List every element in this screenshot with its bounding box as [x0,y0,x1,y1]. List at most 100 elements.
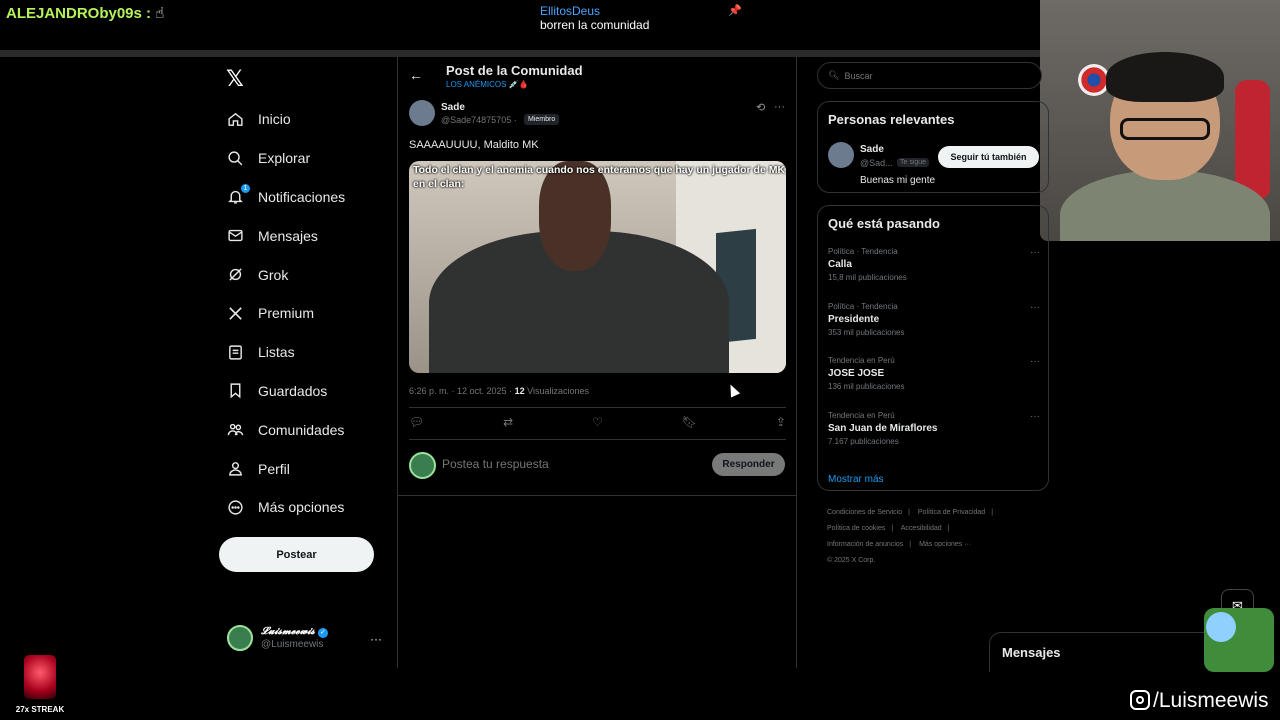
post-media-image[interactable]: Todo el clan y el anemia cuando nos ente… [409,161,786,373]
trend-count: 136 mil publicaciones [828,382,905,391]
footer-link[interactable]: Más opciones ··· [919,541,971,548]
stream-chat-highlight: EllitosDeus borren la comunidad [540,4,649,32]
relevant-title: Personas relevantes [828,112,955,127]
sidebar-item-label: Mensajes [258,227,318,244]
account-display-name-text: 𝓛𝓾𝓲𝓼𝓶𝓮𝓮𝔀𝓲𝓼 [261,626,315,637]
post-author-avatar[interactable] [409,100,435,126]
instagram-text: /Luismeewis [1153,689,1269,712]
sidebar-item-listas[interactable]: Listas [226,333,345,372]
relevant-people-card: Personas relevantes Sade @Sad... Te sigu… [817,101,1049,193]
footer-link[interactable]: Accesibilidad [901,525,942,532]
follow-button[interactable]: Seguir tú también [938,146,1039,168]
footer-link[interactable]: Información de anuncios [827,541,903,548]
post-meta: 6:26 p. m. · 12 oct. 2025 · 12 Visualiza… [409,386,589,396]
sidebar-item-perfil[interactable]: Perfil [226,449,345,488]
search-input[interactable] [844,70,1025,81]
post-author-name[interactable]: Sade [441,102,465,113]
footer-sep: | [947,525,950,532]
trend-item[interactable]: Tendencia en Perú JOSE JOSE 136 mil publ… [828,356,1040,391]
chat-username: ALEJANDROby09s [6,5,142,22]
sidebar-item-label: Explorar [258,150,311,167]
sidebar-item-comunidades[interactable]: Comunidades [226,410,345,449]
messages-drawer[interactable]: Mensajes [989,632,1229,672]
sidebar-item-notificaciones[interactable]: 1 Notificaciones [226,178,345,217]
relevant-avatar[interactable] [828,142,854,168]
trend-item[interactable]: Tendencia en Perú San Juan de Miraflores… [828,411,1040,446]
trend-name: Presidente [828,314,880,325]
people-icon [226,421,244,439]
search-icon: 🔍︎ [828,70,840,80]
reply-input[interactable] [442,457,692,471]
sidebar-item-label: Inicio [258,111,291,128]
grok-explain-icon[interactable]: ⟲ [756,101,765,114]
post-button[interactable]: Postear [219,537,374,572]
footer-sep: | [909,541,912,548]
sidebar-item-explorar[interactable]: Explorar [226,139,345,178]
trend-item[interactable]: Política · Tendencia Calla 15,8 mil publ… [828,247,1040,282]
search-icon [226,149,244,167]
footer-link[interactable]: Política de cookies [827,525,885,532]
sidebar-item-mas-opciones[interactable]: Más opciones [226,488,345,527]
trends-card: Qué está pasando Política · Tendencia Ca… [817,205,1049,491]
more-circle-icon [226,498,244,516]
show-more-link[interactable]: Mostrar más [828,474,884,485]
share-icon[interactable]: ⇪ [776,415,786,429]
messages-drawer-title: Mensajes [1002,645,1061,660]
streamer-glasses [1120,118,1210,140]
community-link[interactable]: LOS ANÉMICOS 💉🩸 [446,80,529,89]
account-more-icon[interactable]: ··· [370,632,382,646]
footer-sep: | [908,509,910,516]
trend-item[interactable]: Política · Tendencia Presidente 353 mil … [828,302,1040,337]
trend-more-icon[interactable]: ··· [1030,356,1040,367]
sidebar-item-premium[interactable]: Premium [226,294,345,333]
sidebar-item-guardados[interactable]: Guardados [226,372,345,411]
trend-more-icon[interactable]: ··· [1030,411,1040,422]
sidebar-item-label: Guardados [258,382,328,399]
reply-icon[interactable]: 💬︎ [409,415,424,429]
post-author-handle[interactable]: @Sade74875705 · [441,115,517,125]
footer-link[interactable]: Condiciones de Servicio [827,509,902,516]
chat-emoji: ☝ [155,5,165,22]
views-label: Visualizaciones [527,386,589,396]
like-icon[interactable]: ♡ [592,415,603,429]
chat-highlight-message: borren la comunidad [540,18,650,32]
sidebar-nav: Inicio Explorar 1 Notificaciones Mensaje… [226,100,345,527]
sidebar-item-grok[interactable]: Grok [226,255,345,294]
sidebar-item-label: Perfil [258,460,290,477]
list-icon [226,343,244,361]
divider [409,407,786,408]
relevant-handle[interactable]: @Sad... [860,158,893,168]
trend-category: Política · Tendencia [828,302,898,311]
post-timestamp[interactable]: 6:26 p. m. · 12 oct. 2025 · [409,386,512,396]
search-box[interactable]: 🔍︎ [817,62,1042,89]
footer-link[interactable]: Política de Privacidad [918,509,985,516]
relevant-name[interactable]: Sade [860,144,884,155]
member-badge: Miembro [524,114,560,125]
streamer-hair [1106,52,1224,102]
trend-more-icon[interactable]: ··· [1030,247,1040,258]
post-more-icon[interactable]: ··· [774,101,785,113]
chat-separator: : [146,5,152,22]
account-switcher[interactable]: 𝓛𝓾𝓲𝓼𝓶𝓮𝓮𝔀𝓲𝓼 ✓ @Luismeewis [227,625,328,651]
browser-bar [0,50,1040,57]
follows-you-badge: Te sigue [897,158,930,167]
trend-category: Tendencia en Perú [828,356,895,365]
sidebar-item-label: Notificaciones [258,188,346,205]
streak-icon [24,655,56,699]
repost-icon[interactable]: ⇄ [503,415,513,429]
bookmark-icon[interactable]: 🔖︎ [682,415,697,429]
sidebar-item-inicio[interactable]: Inicio [226,100,345,139]
trend-more-icon[interactable]: ··· [1030,302,1040,313]
back-arrow-icon[interactable]: ← [409,67,423,83]
home-icon [226,110,244,128]
trend-count: 7.167 publicaciones [828,437,899,446]
webcam-overlay [1040,0,1280,241]
pepe-emote-overlay [1204,608,1274,672]
trend-category: Tendencia en Perú [828,411,895,420]
x-logo-icon[interactable]: 𝕏 [226,66,244,92]
sidebar-item-mensajes[interactable]: Mensajes [226,216,345,255]
footer-sep: | [991,509,994,516]
account-handle: @Luismeewis [261,639,324,650]
reply-button[interactable]: Responder [712,453,785,476]
page-title: Post de la Comunidad [446,63,583,78]
